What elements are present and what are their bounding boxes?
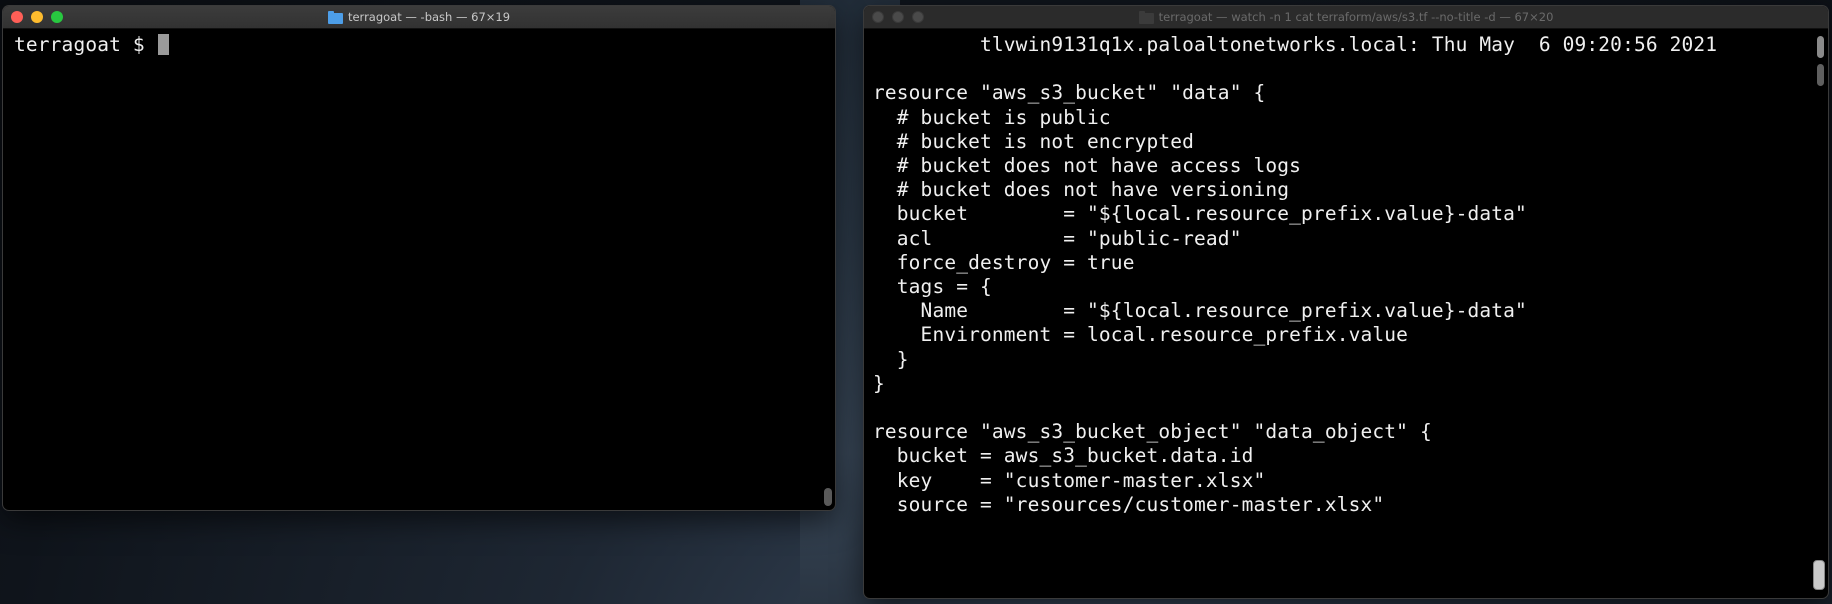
folder-icon — [327, 10, 343, 24]
terminal-line: acl = "public-read" — [873, 226, 1242, 250]
terminal-line: Name = "${local.resource_prefix.value}-d… — [873, 299, 1527, 323]
terminal-line: # bucket is not encrypted — [873, 129, 1195, 153]
terminal-line: source = "resources/customer-master.xlsx… — [873, 492, 1385, 516]
terminal-line: resource "aws_s3_bucket_object" "data_ob… — [873, 420, 1432, 444]
window-title: terragoat — -bash — 67×19 — [347, 10, 511, 24]
watch-header-line: tlvwin9131q1x.paloaltonetworks.local: Th… — [873, 33, 1718, 56]
close-button[interactable] — [872, 11, 884, 23]
title-bar[interactable]: terragoat — -bash — 67×19 — [3, 6, 835, 29]
scrollbar-thumb[interactable] — [1813, 560, 1825, 590]
terminal-line: tags = { — [873, 275, 992, 299]
terminal-line: } — [873, 371, 885, 395]
terminal-content[interactable]: tlvwin9131q1x.paloaltonetworks.local: Th… — [864, 29, 1828, 517]
minimize-button[interactable] — [31, 11, 43, 23]
window-controls — [872, 11, 924, 23]
terminal-content[interactable]: terragoat $ — [3, 29, 835, 57]
folder-icon — [1138, 10, 1154, 24]
window-controls — [11, 11, 63, 23]
zoom-button[interactable] — [51, 11, 63, 23]
terminal-window-watch[interactable]: terragoat — watch -n 1 cat terraform/aws… — [864, 6, 1828, 598]
window-title: terragoat — watch -n 1 cat terraform/aws… — [1158, 10, 1554, 24]
terminal-line: # bucket does not have access logs — [873, 154, 1302, 177]
terminal-line: Environment = local.resource_prefix.valu… — [873, 323, 1409, 347]
scrollbar-top-thumb-2 — [1817, 64, 1824, 86]
zoom-button[interactable] — [912, 11, 924, 23]
terminal-line: bucket = aws_s3_bucket.data.id — [873, 444, 1254, 468]
terminal-line: # bucket is public — [873, 105, 1111, 129]
close-button[interactable] — [11, 11, 23, 23]
terminal-line: # bucket does not have versioning — [873, 178, 1290, 202]
terminal-window-bash[interactable]: terragoat — -bash — 67×19 terragoat $ — [3, 6, 835, 510]
terminal-line: force_destroy = true — [873, 250, 1135, 274]
scrollbar-thumb[interactable] — [824, 488, 832, 506]
terminal-line: resource "aws_s3_bucket" "data" { — [873, 81, 1266, 105]
title-bar[interactable]: terragoat — watch -n 1 cat terraform/aws… — [864, 6, 1828, 29]
minimize-button[interactable] — [892, 11, 904, 23]
terminal-line: } — [873, 347, 909, 371]
scrollbar-top-thumb[interactable] — [1817, 36, 1824, 58]
text-cursor — [157, 34, 169, 55]
terminal-line: bucket = "${local.resource_prefix.value}… — [873, 202, 1527, 226]
terminal-line: key = "customer-master.xlsx" — [873, 468, 1266, 492]
shell-prompt: terragoat $ — [14, 33, 145, 56]
